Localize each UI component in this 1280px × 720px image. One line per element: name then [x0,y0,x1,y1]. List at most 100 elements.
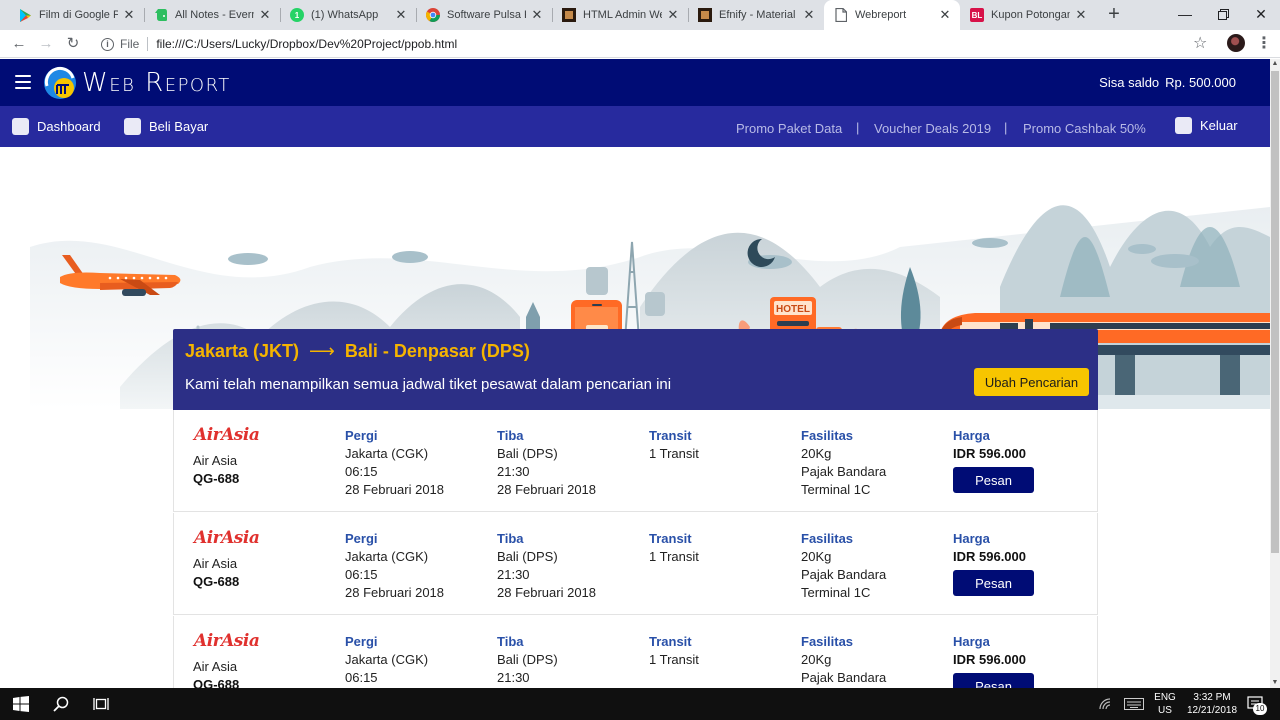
depart-label: Pergi [345,531,378,546]
balance-label: Sisa saldo [1099,75,1160,90]
depart-date: 28 Februari 2018 [345,585,445,600]
logo-icon [44,66,76,99]
book-button[interactable]: Pesan [953,570,1034,596]
airline-name: Air Asia [193,659,238,674]
nav-dashboard[interactable]: Dashboard [12,118,101,135]
nav-beli-bayar[interactable]: Beli Bayar [124,118,208,135]
forward-icon[interactable]: → [35,33,57,55]
nav-dashboard-label: Dashboard [37,119,101,134]
price-column: Harga IDR 596.000 [953,427,1026,463]
nav-beli-bayar-label: Beli Bayar [149,119,209,134]
network-icon[interactable] [1096,688,1116,720]
price-column: Harga IDR 596.000 [953,633,1026,669]
tab-title: All Notes - Everno [175,9,254,21]
page-icon [834,8,848,22]
back-icon[interactable]: ← [8,33,30,55]
tab-software-pulsa[interactable]: Software Pulsa Ko ✕ [416,0,552,30]
tab-kupon[interactable]: BL Kupon Potongan H ✕ [960,0,1096,30]
efnify-icon [698,8,712,22]
nav-promo-cashback[interactable]: Promo Cashbak 50% [1023,121,1146,136]
nav-promo-paket-data[interactable]: Promo Paket Data [736,121,842,136]
price-label: Harga [953,634,990,649]
tab-evernote[interactable]: All Notes - Everno ✕ [144,0,280,30]
page-scrollbar[interactable]: ▲ ▼ [1270,59,1280,688]
tab-webreport[interactable]: Webreport ✕ [824,0,960,30]
depart-time: 06:15 [345,670,378,685]
arrive-date: 28 Februari 2018 [497,482,597,497]
tab-title: Kupon Potongan H [991,9,1070,21]
price: IDR 596.000 [953,446,1026,461]
tab-close-icon[interactable]: ✕ [122,7,136,23]
scroll-up-icon[interactable]: ▲ [1270,59,1280,69]
url-separator [147,37,149,51]
menu-icon[interactable] [15,75,31,89]
profile-avatar[interactable] [1227,34,1245,52]
region-code: US [1158,705,1172,716]
tab-close-icon[interactable]: ✕ [938,7,952,23]
language-indicator[interactable]: ENG US [1150,691,1180,717]
book-button[interactable]: Pesan [953,467,1034,493]
task-view-icon[interactable] [84,688,118,720]
sub-navigation: Dashboard Beli Bayar Promo Paket Data | … [0,106,1270,147]
admin-icon [562,8,576,22]
depart-label: Pergi [345,634,378,649]
price-label: Harga [953,428,990,443]
tab-close-icon[interactable]: ✕ [258,7,272,23]
tab-close-icon[interactable]: ✕ [802,7,816,23]
tab-close-icon[interactable]: ✕ [1074,7,1088,23]
windows-start-icon[interactable] [0,688,42,720]
facility-1: 20Kg [801,652,832,667]
tab-close-icon[interactable]: ✕ [530,7,544,23]
scroll-down-icon[interactable]: ▼ [1270,678,1280,688]
facilities-column: Fasilitas 20Kg Pajak Bandara Terminal 1C [801,530,886,602]
transit-column: Transit 1 Transit [649,427,699,463]
search-subtitle: Kami telah menampilkan semua jadwal tike… [185,376,672,393]
facilities-column: Fasilitas 20Kg Pajak Bandara Terminal 1C [801,427,886,499]
info-icon[interactable]: i [101,37,114,51]
search-icon[interactable] [44,688,78,720]
new-tab-button[interactable]: + [1103,4,1125,26]
arrive-label: Tiba [497,428,524,443]
airasia-logo: AirAsia [194,528,260,548]
tab-google-play[interactable]: Film di Google Pla ✕ [8,0,144,30]
tab-close-icon[interactable]: ✕ [666,7,680,23]
reload-icon[interactable]: ↻ [62,33,84,55]
transit-label: Transit [649,531,692,546]
nav-keluar[interactable]: Keluar [1175,117,1238,134]
book-button[interactable]: Pesan [953,673,1034,688]
transit: 1 Transit [649,446,699,461]
nav-voucher-deals[interactable]: Voucher Deals 2019 [874,121,991,136]
address-bar[interactable]: i File file:///C:/Users/Lucky/Dropbox/De… [92,33,1220,55]
tab-title: Efnify - Material D [719,9,798,21]
chrome-menu-icon[interactable]: ⋮ [1256,33,1272,53]
url-scheme: File [120,37,140,51]
depart-column: Pergi Jakarta (CGK) 06:15 28 Februari 2018 [345,530,444,602]
keyboard-icon[interactable] [1122,688,1146,720]
whatsapp-icon: 1 [290,8,304,22]
facility-2: Pajak Bandara [801,567,887,582]
tab-close-icon[interactable]: ✕ [394,7,408,23]
arrive-label: Tiba [497,634,524,649]
depart-time: 06:15 [345,567,378,582]
price: IDR 596.000 [953,652,1026,667]
screen: Film di Google Pla ✕ All Notes - Everno … [0,0,1280,720]
clock[interactable]: 3:32 PM 12/21/2018 [1180,691,1244,717]
evernote-icon [154,8,168,22]
close-window-button[interactable]: ✕ [1241,0,1280,30]
change-search-button[interactable]: Ubah Pencarian [974,368,1089,396]
scrollbar-thumb[interactable] [1271,71,1279,553]
bookmark-star-icon[interactable]: ☆ [1193,33,1207,53]
tab-html-admin[interactable]: HTML Admin Web ✕ [552,0,688,30]
tab-efnify[interactable]: Efnify - Material D ✕ [688,0,824,30]
facility-2: Pajak Bandara [801,670,887,685]
minimize-button[interactable]: — [1165,0,1205,30]
chrome-icon [426,8,440,22]
facility-3: Terminal 1C [801,585,871,600]
url-text[interactable]: file:///C:/Users/Lucky/Dropbox/Dev%20Pro… [156,37,457,51]
transit: 1 Transit [649,549,699,564]
maximize-button[interactable] [1203,0,1243,30]
tab-title: HTML Admin Web [583,9,662,21]
tab-whatsapp[interactable]: 1 (1) WhatsApp ✕ [280,0,416,30]
arrive-time: 21:30 [497,567,530,582]
hotel-sign-text: HOTEL [776,304,810,315]
